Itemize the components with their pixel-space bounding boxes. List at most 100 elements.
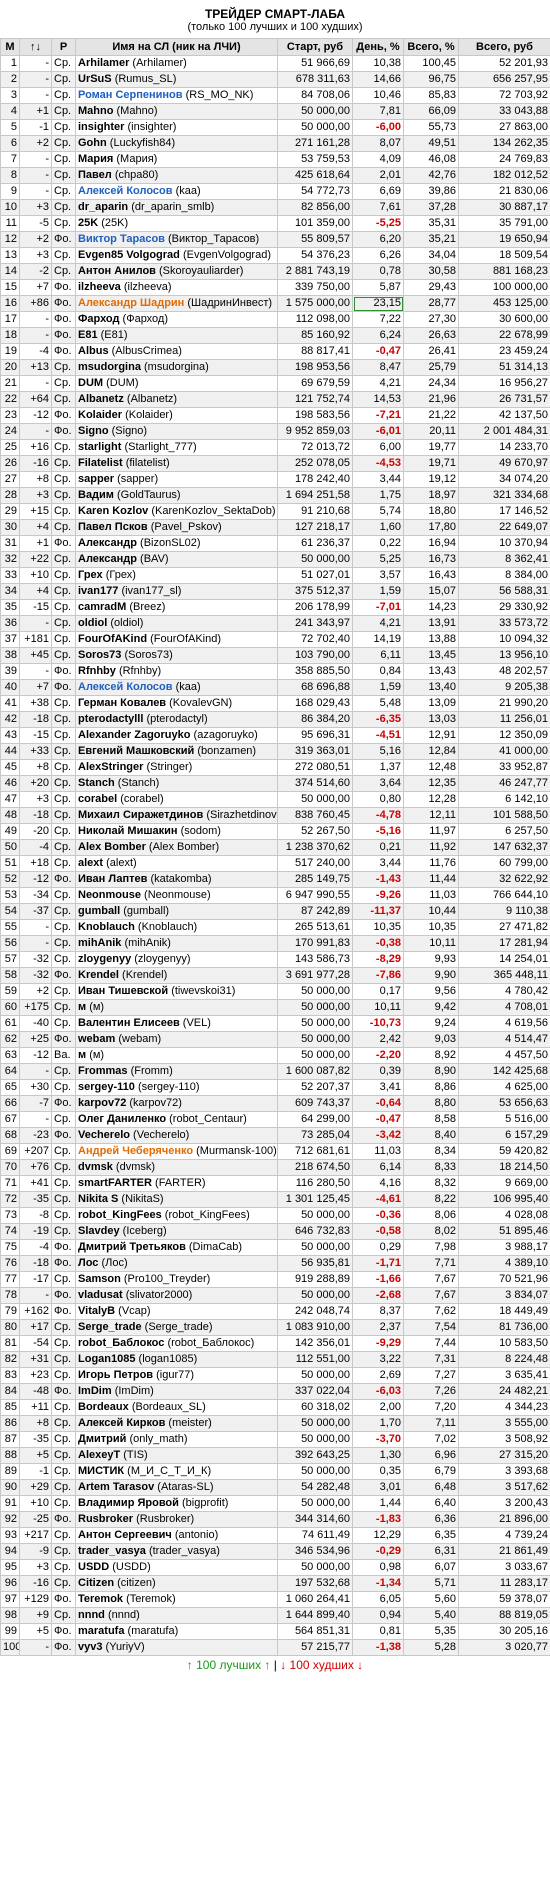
trader-name[interactable]: Vecherelo bbox=[78, 1129, 130, 1141]
trader-name[interactable]: Андрей Чеберяченко bbox=[78, 1145, 193, 1157]
trader-name[interactable]: Николай Мишакин bbox=[78, 825, 178, 837]
trader-name[interactable]: Soros73 bbox=[78, 649, 121, 661]
trader-name[interactable]: Павел bbox=[78, 169, 112, 181]
trader-name[interactable]: Evgen85 Volgograd bbox=[78, 249, 180, 261]
trader-name[interactable]: ilzheeva bbox=[78, 281, 121, 293]
trader-name[interactable]: pterodactylll bbox=[78, 713, 143, 725]
trader-name[interactable]: AlexeyT bbox=[78, 1449, 120, 1461]
trader-name[interactable]: Rusbroker bbox=[78, 1513, 133, 1525]
trader-name[interactable]: vyv3 bbox=[78, 1641, 102, 1653]
trader-name[interactable]: Frommas bbox=[78, 1065, 128, 1077]
col-header-day[interactable]: День, % bbox=[352, 38, 404, 56]
trader-name[interactable]: Лос bbox=[78, 1257, 98, 1269]
trader-name[interactable]: Mahno bbox=[78, 105, 113, 117]
trader-name[interactable]: Александр Шадрин bbox=[78, 297, 184, 309]
col-header-total-pct[interactable]: Всего, % bbox=[403, 38, 459, 56]
col-header-name[interactable]: Имя на СЛ (ник на ЛЧИ) bbox=[75, 38, 278, 56]
trader-name[interactable]: Павел Псков bbox=[78, 521, 148, 533]
trader-name[interactable]: Kolaider bbox=[78, 409, 122, 421]
trader-name[interactable]: Герман Ковалев bbox=[78, 697, 166, 709]
trader-name[interactable]: Logan1085 bbox=[78, 1353, 135, 1365]
trader-name[interactable]: Signo bbox=[78, 425, 109, 437]
trader-name[interactable]: Teremok bbox=[78, 1593, 123, 1605]
trader-name[interactable]: Slavdey bbox=[78, 1225, 120, 1237]
trader-name[interactable]: Валентин Елисеев bbox=[78, 1017, 180, 1029]
trader-name[interactable]: Albus bbox=[78, 345, 109, 357]
trader-name[interactable]: Karen Kozlov bbox=[78, 505, 148, 517]
trader-name[interactable]: Krendel bbox=[78, 969, 119, 981]
trader-name[interactable]: dr_aparin bbox=[78, 201, 128, 213]
trader-name[interactable]: Антон Анилов bbox=[78, 265, 156, 277]
trader-name[interactable]: Фарход bbox=[78, 313, 119, 325]
trader-name[interactable]: karpov72 bbox=[78, 1097, 126, 1109]
trader-name[interactable]: Роман Серпенинов bbox=[78, 89, 183, 101]
trader-name[interactable]: Дмитрий Третьяков bbox=[78, 1241, 186, 1253]
trader-name[interactable]: insighter bbox=[78, 121, 124, 133]
trader-name[interactable]: Albanetz bbox=[78, 393, 124, 405]
trader-name[interactable]: DUM bbox=[78, 377, 103, 389]
col-header-place[interactable]: М bbox=[0, 38, 20, 56]
trader-name[interactable]: corabel bbox=[78, 793, 117, 805]
trader-name[interactable]: Rfnhby bbox=[78, 665, 116, 677]
trader-name[interactable]: Виктор Тарасов bbox=[78, 233, 165, 245]
trader-name[interactable]: Евгений Машковский bbox=[78, 745, 194, 757]
trader-name[interactable]: alext bbox=[78, 857, 103, 869]
col-header-change[interactable]: ↑↓ bbox=[19, 38, 52, 56]
trader-name[interactable]: Serge_trade bbox=[78, 1321, 142, 1333]
trader-name[interactable]: Игорь Петров bbox=[78, 1369, 153, 1381]
trader-name[interactable]: Arhilamer bbox=[78, 57, 129, 69]
trader-name[interactable]: Knoblauch bbox=[78, 921, 135, 933]
trader-name[interactable]: sapper bbox=[78, 473, 114, 485]
trader-name[interactable]: gumball bbox=[78, 905, 120, 917]
trader-name[interactable]: USDD bbox=[78, 1561, 109, 1573]
trader-name[interactable]: МИСТИК bbox=[78, 1465, 124, 1477]
trader-name[interactable]: Алексей Кирков bbox=[78, 1417, 165, 1429]
trader-name[interactable]: Neonmouse bbox=[78, 889, 141, 901]
trader-name[interactable]: AlexStringer bbox=[78, 761, 143, 773]
trader-name[interactable]: Samson bbox=[78, 1273, 121, 1285]
trader-name[interactable]: Citizen bbox=[78, 1577, 114, 1589]
trader-name[interactable]: sergey-110 bbox=[78, 1081, 135, 1093]
trader-name[interactable]: vladusat bbox=[78, 1289, 123, 1301]
trader-name[interactable]: Gohn bbox=[78, 137, 107, 149]
trader-name[interactable]: Мария bbox=[78, 153, 113, 165]
trader-name[interactable]: Alexander Zagoruyko bbox=[78, 729, 190, 741]
trader-name[interactable]: Nikita S bbox=[78, 1193, 118, 1205]
trader-name[interactable]: UrSuS bbox=[78, 73, 112, 85]
trader-name[interactable]: ImDim bbox=[78, 1385, 112, 1397]
trader-name[interactable]: VitalyB bbox=[78, 1305, 115, 1317]
trader-name[interactable]: msudorgina bbox=[78, 361, 141, 373]
trader-name[interactable]: Антон Сергеевич bbox=[78, 1529, 172, 1541]
trader-name[interactable]: Михаил Сиражетдинов bbox=[78, 809, 203, 821]
trader-name[interactable]: trader_vasya bbox=[78, 1545, 146, 1557]
worst-100-link[interactable]: ↓ 100 худших ↓ bbox=[280, 1658, 363, 1672]
trader-name[interactable]: dvmsk bbox=[78, 1161, 113, 1173]
trader-name[interactable]: robot_Баблокос bbox=[78, 1337, 164, 1349]
col-header-market[interactable]: Р bbox=[51, 38, 76, 56]
trader-name[interactable]: robot_KingFees bbox=[78, 1209, 162, 1221]
col-header-start[interactable]: Старт, руб bbox=[277, 38, 353, 56]
trader-name[interactable]: camradM bbox=[78, 601, 126, 613]
trader-name[interactable]: Filatelist bbox=[78, 457, 123, 469]
col-header-total-rub[interactable]: Всего, руб bbox=[458, 38, 550, 56]
trader-name[interactable]: mihAnik bbox=[78, 937, 121, 949]
trader-name[interactable]: м bbox=[78, 1049, 86, 1061]
trader-name[interactable]: zloygenyy bbox=[78, 953, 131, 965]
trader-name[interactable]: nnnd bbox=[78, 1609, 105, 1621]
trader-name[interactable]: Владимир Яровой bbox=[78, 1497, 179, 1509]
trader-name[interactable]: maratufa bbox=[78, 1625, 124, 1637]
trader-name[interactable]: Алексей Колосов bbox=[78, 185, 173, 197]
trader-name[interactable]: Stanch bbox=[78, 777, 115, 789]
trader-name[interactable]: webam bbox=[78, 1033, 115, 1045]
trader-name[interactable]: Иван Лаптев bbox=[78, 873, 147, 885]
trader-name[interactable]: Дмитрий bbox=[78, 1433, 126, 1445]
trader-name[interactable]: Александр bbox=[78, 537, 137, 549]
trader-name[interactable]: Олег Даниленко bbox=[78, 1113, 166, 1125]
trader-name[interactable]: Вадим bbox=[78, 489, 114, 501]
trader-name[interactable]: Грех bbox=[78, 569, 103, 581]
trader-name[interactable]: FourOfAKind bbox=[78, 633, 147, 645]
trader-name[interactable]: Bordeaux bbox=[78, 1401, 129, 1413]
trader-name[interactable]: Александр bbox=[78, 553, 137, 565]
trader-name[interactable]: smartFARTER bbox=[78, 1177, 152, 1189]
trader-name[interactable]: oldiol bbox=[78, 617, 107, 629]
